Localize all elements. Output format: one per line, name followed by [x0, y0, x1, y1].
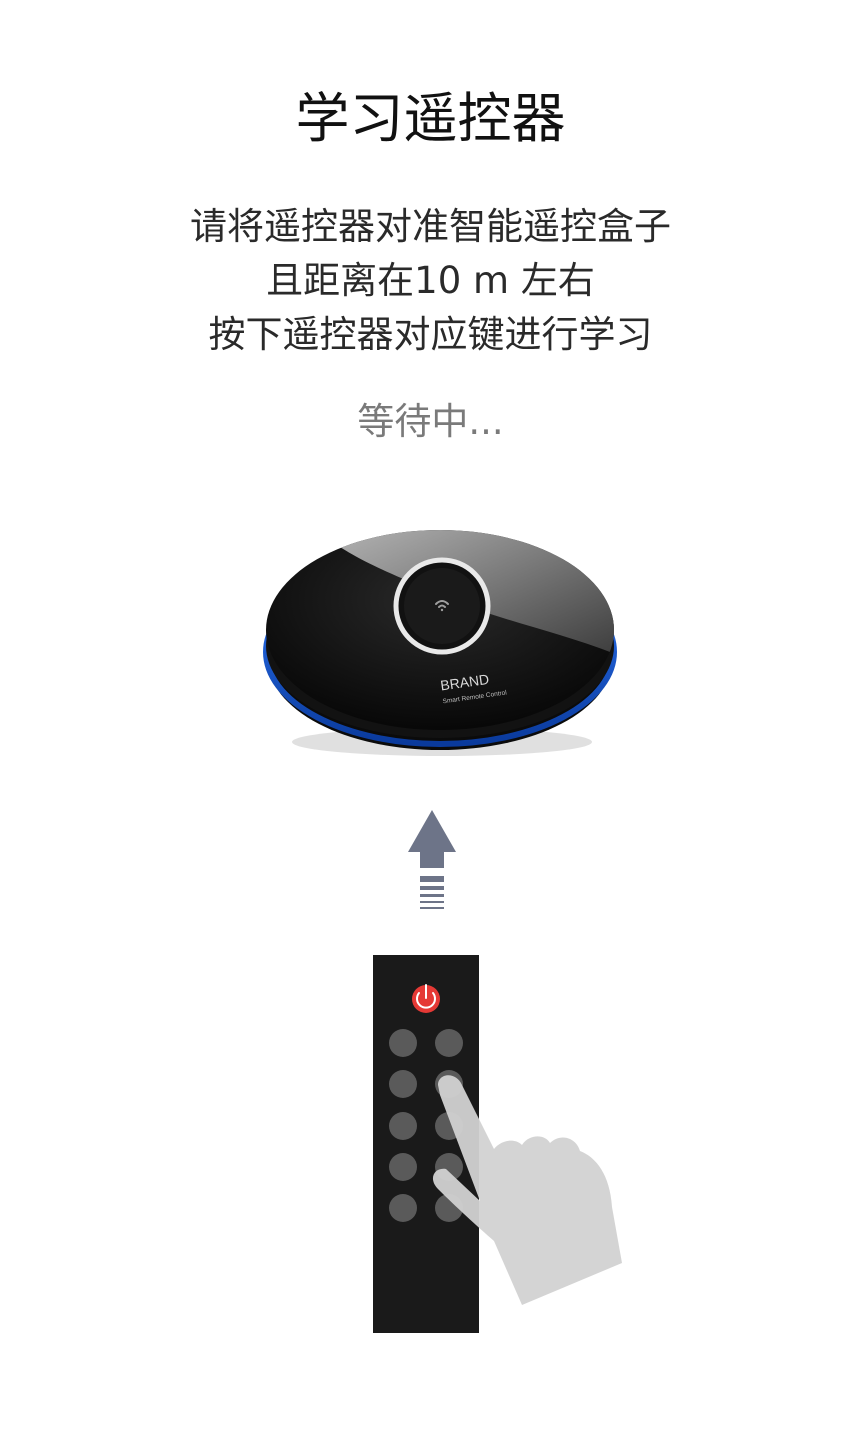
instructions: 请将遥控器对准智能遥控盒子 且距离在10 m 左右 按下遥控器对应键进行学习: [0, 200, 861, 362]
up-arrow-icon: [404, 808, 460, 916]
page-title: 学习遥控器: [295, 87, 566, 150]
ir-remote-icon: [360, 945, 640, 1345]
hub-svg: BRAND Smart Remote Control: [263, 530, 617, 756]
instruction-line-1: 请将遥控器对准智能遥控盒子: [190, 205, 671, 248]
instruction-line-3: 按下遥控器对应键进行学习: [208, 313, 653, 356]
instruction-line-2: 且距离在10 m 左右: [266, 259, 595, 302]
status-text: 等待中...: [357, 400, 504, 443]
smart-hub-illustration: BRAND Smart Remote Control: [260, 520, 620, 760]
